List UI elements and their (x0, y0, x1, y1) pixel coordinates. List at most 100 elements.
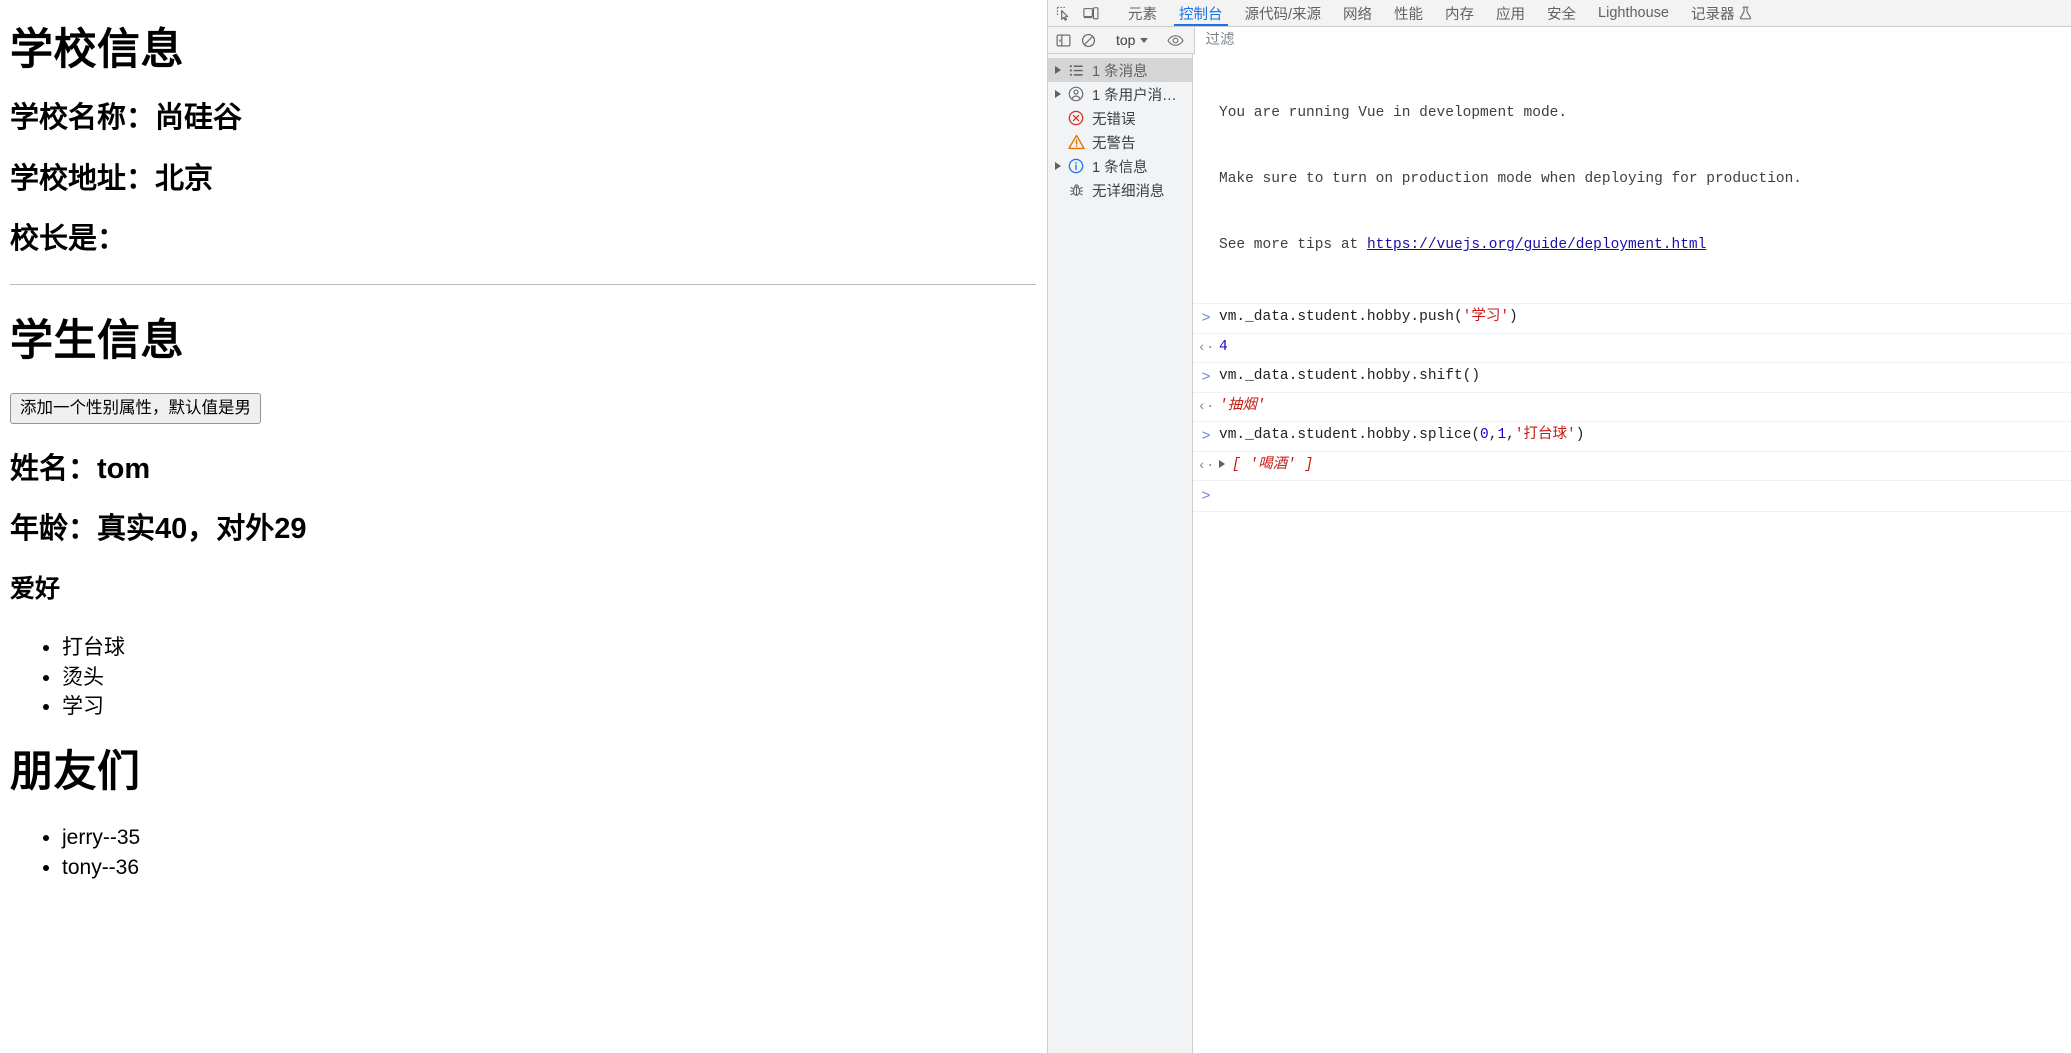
output-chevron-icon: ‹· (1197, 340, 1215, 357)
devtools-tool-icons (1048, 0, 1117, 26)
devtools-tab[interactable]: 控制台 (1168, 0, 1234, 26)
input-chevron-icon: > (1201, 427, 1211, 445)
console-context-label: top (1116, 32, 1136, 48)
expand-triangle-icon[interactable] (1051, 66, 1065, 74)
console-sidebar-item[interactable]: 无警告 (1048, 130, 1192, 154)
user-icon (1065, 86, 1087, 102)
friends-list: jerry--35tony--36 (10, 823, 1036, 883)
student-info-heading: 学生信息 (10, 317, 184, 366)
principal-line: 校长是： (10, 223, 127, 256)
vue-message-line-3: See more tips at https://vuejs.org/guide… (1219, 234, 2063, 256)
console-output-value: '抽烟' (1219, 396, 2071, 418)
devtools-tabbar: 元素 控制台 源代码/来源 网络 性能 内存 应用 安全 Lighthouse 记录器 (1048, 0, 2071, 27)
console-message-vue-info: You are running Vue in development mode.… (1193, 54, 2071, 305)
school-info-heading: 学校信息 (10, 26, 184, 74)
devtools-tab[interactable]: 应用 (1485, 0, 1536, 26)
console-output-value: [ '喝酒' ] (1219, 455, 2071, 477)
devtools-tab[interactable]: 源代码/来源 (1234, 0, 1333, 26)
output-chevron-icon: ‹· (1197, 457, 1215, 474)
eye-icon[interactable] (1163, 29, 1188, 51)
code-token: '打台球' (1514, 426, 1576, 443)
code-token: vm._data.student.hobby.splice( (1219, 426, 1481, 443)
add-gender-button-wrap: 添加一个性别属性，默认值是男 (10, 392, 1036, 424)
devtools-tab[interactable]: 网络 (1332, 0, 1383, 26)
add-gender-button[interactable]: 添加一个性别属性，默认值是男 (10, 392, 261, 424)
list-icon (1065, 63, 1087, 78)
code-token: vm._data.student.hobby.shift() (1219, 368, 1481, 385)
clear-console-icon[interactable] (1076, 29, 1101, 51)
code-token: '学习' (1462, 309, 1510, 326)
info-icon (1065, 158, 1087, 174)
devtools-tab[interactable]: 安全 (1536, 0, 1587, 26)
web-page-pane: 学校信息 学校名称：尚硅谷 学校地址：北京 校长是： 学生信息 添加一个性别属性… (0, 0, 1046, 1053)
console-input-expression: vm._data.student.hobby.splice(0,1,'打台球') (1219, 425, 2071, 447)
vue-dev-mode-message: You are running Vue in development mode.… (1219, 57, 2071, 300)
devtools-tab[interactable]: Lighthouse (1587, 0, 1680, 26)
chevron-down-icon (1140, 37, 1149, 43)
devtools-tab-label: 元素 (1128, 6, 1157, 23)
console-context-selector[interactable]: top (1109, 30, 1155, 50)
input-chevron-icon: > (1201, 369, 1211, 387)
console-body: 1 条消息 1 条用户消… 无错误无警告 1 条信息无详细消息 You are run… (1048, 54, 2071, 1053)
devtools-tab[interactable]: 元素 (1117, 0, 1168, 26)
console-sidebar-item[interactable]: 1 条消息 (1048, 58, 1192, 82)
code-token: ) (1509, 309, 1518, 326)
devtools-tab[interactable]: 内存 (1434, 0, 1485, 26)
console-output-row: ‹· [ '喝酒' ] (1193, 452, 2071, 481)
console-sidebar-item[interactable]: 无错误 (1048, 106, 1192, 130)
console-prompt-input[interactable] (1219, 485, 2071, 508)
vue-message-line-3-prefix: See more tips at (1219, 237, 1367, 254)
console-input-expression: vm._data.student.hobby.shift() (1219, 366, 2071, 388)
console-sidebar-item-label: 无警告 (1092, 135, 1136, 152)
device-toolbar-icon[interactable] (1078, 2, 1103, 24)
school-name-line: 学校名称：尚硅谷 (10, 102, 243, 135)
hobby-heading: 爱好 (10, 574, 61, 603)
list-item: 学习 (62, 692, 1036, 722)
devtools-tab-label: 源代码/来源 (1244, 6, 1322, 23)
console-filter-box[interactable] (1194, 26, 2071, 54)
expand-triangle-icon[interactable] (1051, 162, 1065, 170)
list-item: 烫头 (62, 663, 1036, 693)
devtools-tab-label: 安全 (1547, 6, 1577, 23)
expand-triangle-icon[interactable] (1051, 90, 1065, 98)
devtools-tab-label: 网络 (1343, 6, 1373, 23)
output-literal: '抽烟' (1219, 397, 1266, 414)
console-sidebar-item-label: 1 条用户消… (1092, 87, 1177, 104)
vue-message-line-2: Make sure to turn on production mode whe… (1219, 171, 1802, 188)
code-token: ) (1575, 426, 1585, 443)
list-item: tony--36 (62, 853, 1036, 883)
devtools-tab[interactable]: 记录器 (1680, 0, 1764, 26)
vue-message-line-1: You are running Vue in development mode. (1219, 105, 1568, 122)
message-gutter (1193, 57, 1219, 58)
flask-icon (1739, 6, 1752, 20)
console-sidebar-item-label: 1 条信息 (1092, 159, 1148, 176)
console-prompt-row[interactable]: > (1193, 481, 2071, 513)
console-sidebar-item-label: 无错误 (1092, 111, 1136, 128)
console-sidebar-item[interactable]: 1 条信息 (1048, 154, 1192, 178)
expand-array-triangle-icon[interactable] (1219, 459, 1225, 468)
console-sidebar-item-label: 无详细消息 (1092, 183, 1165, 200)
console-sidebar-item[interactable]: 1 条用户消… (1048, 82, 1192, 106)
devtools-tab-label: 记录器 (1690, 6, 1735, 23)
output-literal: 4 (1219, 339, 1228, 356)
verbose-bug-icon (1065, 183, 1087, 198)
code-token: , (1506, 426, 1515, 443)
devtools-tab-label: Lighthouse (1598, 5, 1669, 21)
console-entries: > vm._data.student.hobby.push('学习') ‹· 4 > vm… (1193, 304, 2071, 481)
console-output-row: ‹· '抽烟' (1193, 393, 2071, 422)
devtools-panel: 元素 控制台 源代码/来源 网络 性能 内存 应用 安全 Lighthouse 记录器 top (1047, 0, 2071, 1053)
devtools-tab-label: 应用 (1496, 6, 1526, 23)
section-divider (10, 284, 1036, 286)
console-filter-input[interactable] (1195, 32, 2071, 48)
output-chevron-icon: ‹· (1197, 398, 1215, 415)
console-toolbar: top (1048, 26, 2071, 54)
inspect-element-icon[interactable] (1051, 2, 1076, 24)
sidebar-toggle-icon[interactable] (1051, 29, 1076, 51)
devtools-tab-label: 控制台 (1179, 6, 1223, 23)
prompt-gutter: > (1193, 485, 1219, 508)
console-input-expression: vm._data.student.hobby.push('学习') (1219, 307, 2071, 329)
vue-deployment-link[interactable]: https://vuejs.org/guide/deployment.html (1367, 237, 1706, 253)
devtools-tab[interactable]: 性能 (1383, 0, 1434, 26)
console-sidebar-item[interactable]: 无详细消息 (1048, 178, 1192, 202)
console-output-value: 4 (1219, 337, 2071, 359)
